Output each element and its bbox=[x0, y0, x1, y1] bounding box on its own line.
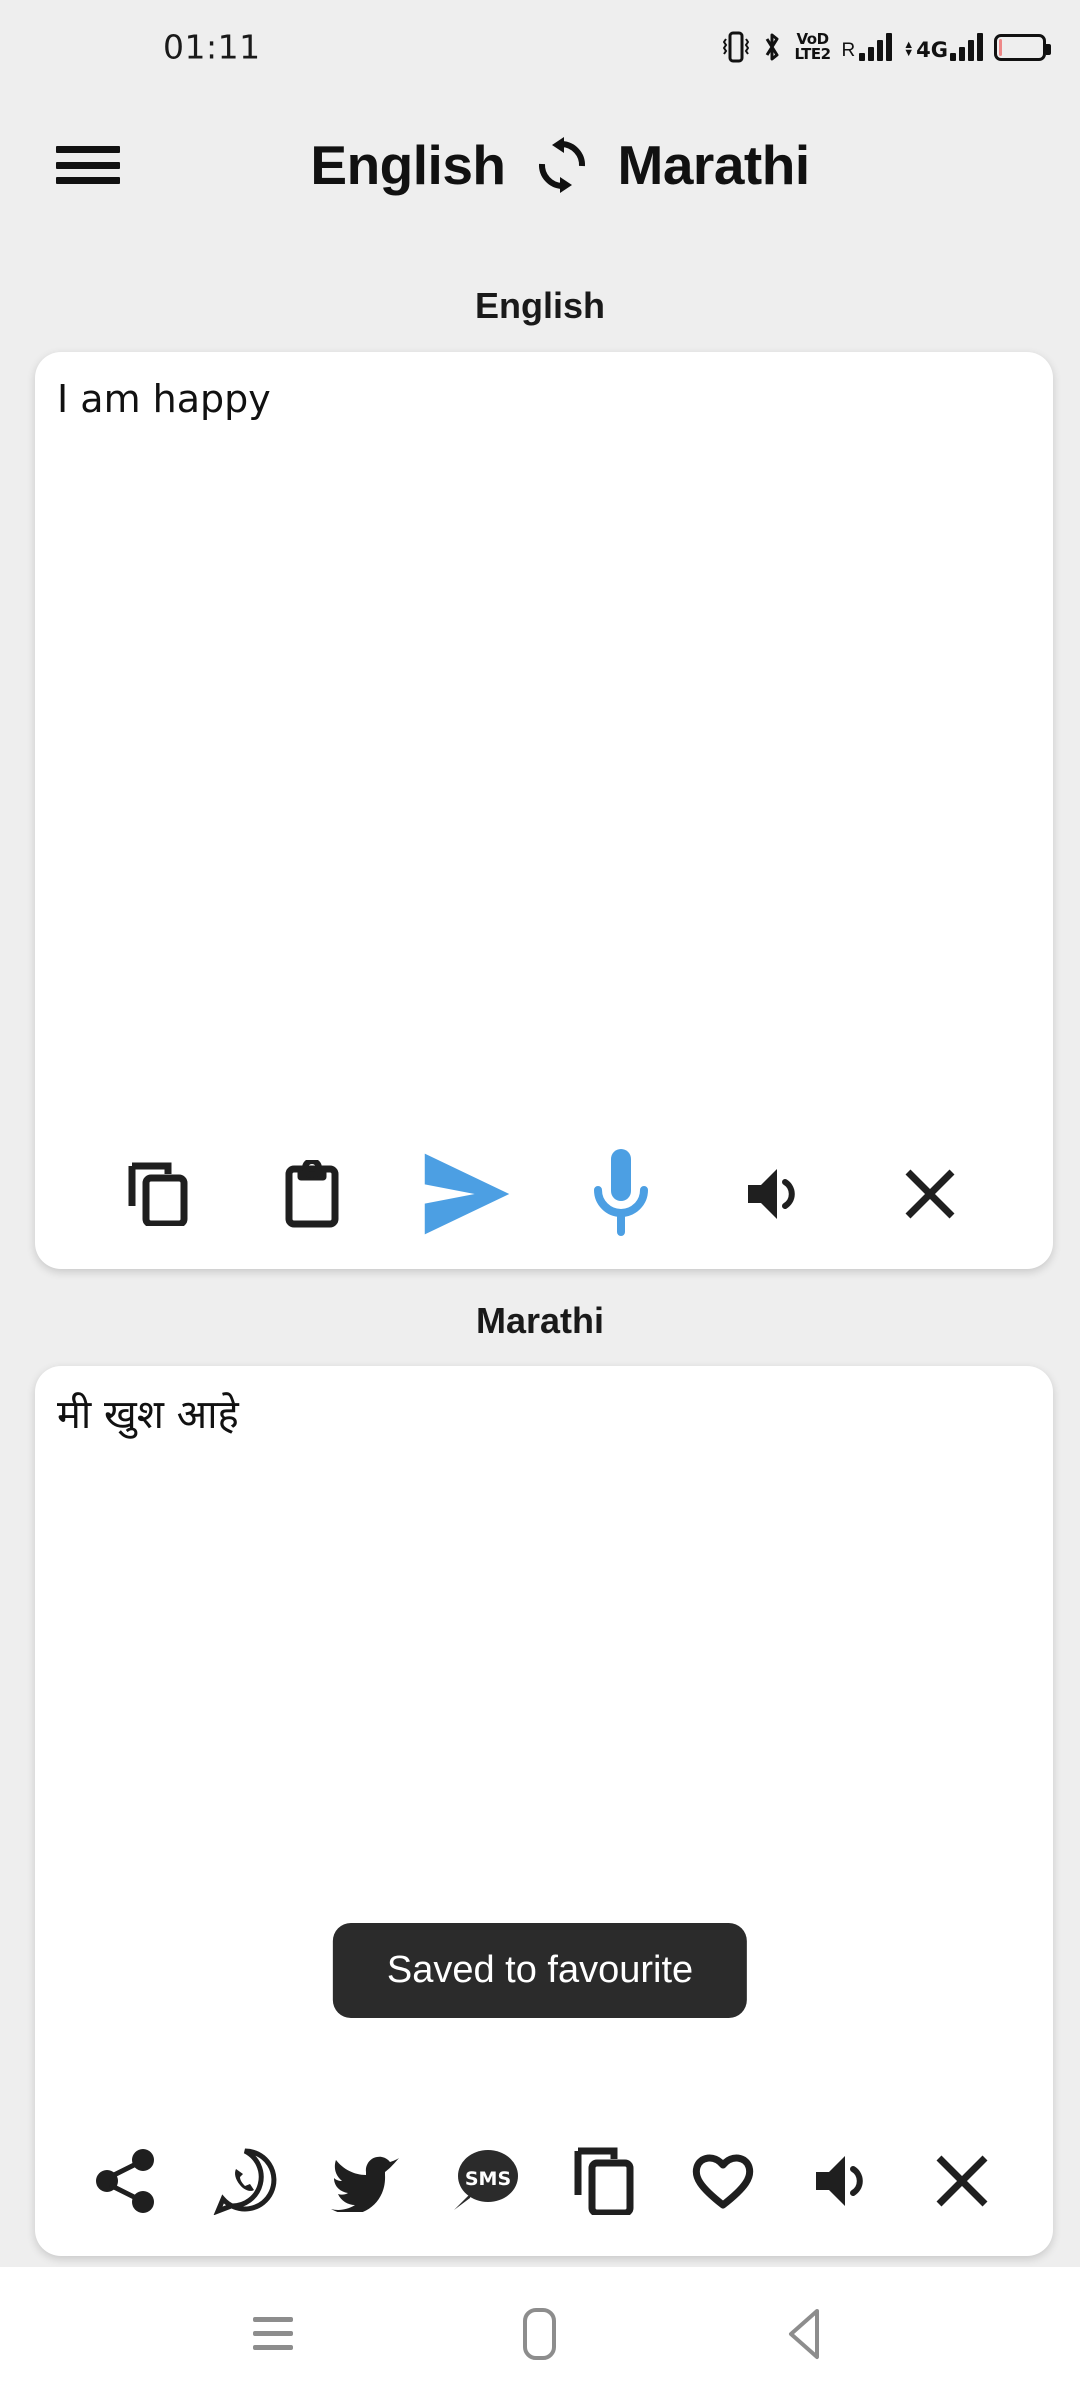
whatsapp-icon bbox=[214, 2148, 277, 2215]
target-text-output[interactable]: मी खुश आहे bbox=[57, 1388, 1031, 1442]
nav-recents-button[interactable] bbox=[218, 2279, 328, 2389]
svg-text:SMS: SMS bbox=[465, 2168, 511, 2190]
home-icon bbox=[523, 2307, 557, 2360]
twitter-button[interactable] bbox=[322, 2138, 408, 2224]
clear-button[interactable] bbox=[882, 1146, 978, 1242]
mic-button[interactable] bbox=[573, 1146, 669, 1242]
phone-screen: 01:11 VoD LTE2 R ▲ ▼ 4G English Marathi … bbox=[0, 0, 1080, 2400]
network-label: 4G bbox=[916, 38, 948, 62]
source-text-input[interactable]: I am happy bbox=[57, 374, 1031, 425]
target-toolbar: SMS bbox=[35, 2106, 1053, 2256]
toast-message: Saved to favourite bbox=[332, 1923, 748, 2018]
sms-button[interactable]: SMS bbox=[441, 2138, 527, 2224]
source-language-label: English bbox=[474, 285, 605, 326]
battery-icon bbox=[994, 33, 1051, 61]
status-icons: VoD LTE2 R ▲ ▼ 4G bbox=[722, 30, 1051, 64]
close-button[interactable] bbox=[919, 2138, 1005, 2224]
status-bar: 01:11 VoD LTE2 R ▲ ▼ 4G bbox=[0, 0, 1080, 96]
source-language-selector[interactable]: English bbox=[310, 133, 506, 197]
volte-icon: VoD LTE2 bbox=[794, 32, 832, 63]
source-toolbar bbox=[35, 1119, 1053, 1269]
share-button[interactable] bbox=[83, 2138, 169, 2224]
app-header: English Marathi bbox=[0, 100, 1080, 230]
copy-button[interactable] bbox=[110, 1146, 206, 1242]
android-nav-bar bbox=[0, 2267, 1080, 2400]
paste-button[interactable] bbox=[264, 1146, 360, 1242]
send-arrow-icon bbox=[424, 1153, 510, 1235]
copy-icon bbox=[128, 1162, 188, 1226]
microphone-icon bbox=[594, 1149, 649, 1236]
target-language-selector[interactable]: Marathi bbox=[618, 133, 811, 197]
swap-languages-icon[interactable] bbox=[532, 135, 592, 195]
bluetooth-icon bbox=[760, 30, 784, 64]
translate-button[interactable] bbox=[419, 1146, 515, 1242]
source-text-card: I am happy bbox=[35, 352, 1053, 1269]
close-x-icon bbox=[905, 1169, 955, 1219]
sms-bubble-icon: SMS bbox=[454, 2150, 519, 2210]
speaker-icon bbox=[748, 1169, 796, 1219]
nav-home-button[interactable] bbox=[485, 2279, 595, 2389]
signal-bars bbox=[859, 33, 893, 61]
favourite-button[interactable] bbox=[680, 2138, 766, 2224]
data-arrows-icon: ▲ ▼ bbox=[903, 39, 915, 59]
target-language-label: Marathi bbox=[475, 1300, 605, 1341]
status-time: 01:11 bbox=[163, 27, 261, 67]
clipboard-icon bbox=[285, 1160, 339, 1228]
share-icon bbox=[96, 2149, 154, 2213]
speaker-button[interactable] bbox=[800, 2138, 886, 2224]
language-pair: English Marathi bbox=[0, 133, 1080, 197]
volte-line-2: LTE2 bbox=[794, 45, 832, 63]
network-4g-icon: ▲ ▼ 4G bbox=[903, 33, 983, 61]
vibrate-icon bbox=[722, 30, 749, 64]
twitter-bird-icon bbox=[330, 2156, 399, 2212]
target-text-card: मी खुश आहे SMS bbox=[35, 1366, 1053, 2256]
roaming-signal-icon: R bbox=[842, 33, 893, 61]
close-x-icon bbox=[936, 2155, 988, 2207]
recents-icon bbox=[253, 2317, 294, 2350]
speaker-button[interactable] bbox=[727, 1146, 823, 1242]
whatsapp-button[interactable] bbox=[202, 2138, 288, 2224]
copy-icon bbox=[574, 2147, 634, 2215]
signal-bars-2 bbox=[950, 33, 983, 61]
copy-button[interactable] bbox=[561, 2138, 647, 2224]
roaming-letter: R bbox=[841, 40, 856, 61]
speaker-icon bbox=[815, 2156, 863, 2206]
heart-icon bbox=[692, 2154, 754, 2209]
nav-back-button[interactable] bbox=[752, 2279, 862, 2389]
back-triangle-icon bbox=[788, 2308, 819, 2359]
